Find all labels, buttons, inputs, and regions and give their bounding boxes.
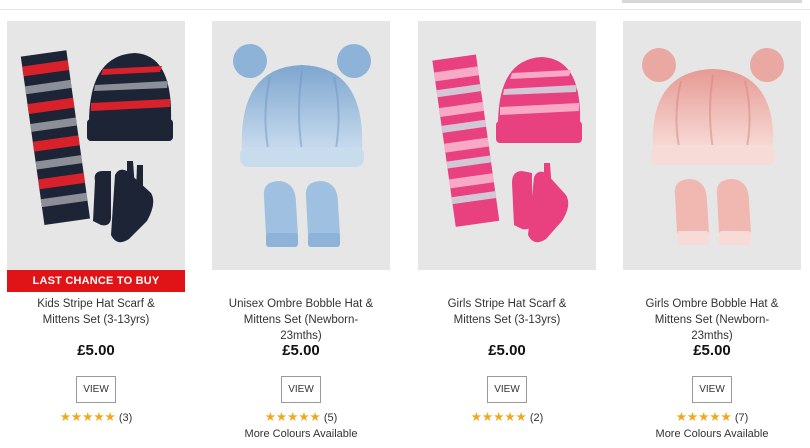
last-chance-badge: LAST CHANCE TO BUY <box>7 270 185 292</box>
product-image-ombre-bobble-set <box>642 48 784 245</box>
review-count: (5) <box>323 412 338 424</box>
product-card[interactable]: LAST CHANCE TO BUY Kids Stripe Hat Scarf… <box>7 21 185 446</box>
sort-bar-edge <box>622 0 802 3</box>
product-image[interactable] <box>212 21 390 270</box>
star-rating-icon: ★★★★★ <box>470 410 527 424</box>
review-count: (2) <box>529 412 544 424</box>
product-name-line[interactable]: Girls Ombre Bobble Hat & <box>627 296 797 312</box>
view-button[interactable]: VIEW <box>76 376 116 403</box>
product-image[interactable] <box>418 21 596 270</box>
view-button[interactable]: VIEW <box>487 376 527 403</box>
view-button[interactable]: VIEW <box>281 376 321 403</box>
product-rating[interactable]: ★★★★★ (3) <box>7 409 185 424</box>
product-card[interactable]: Girls Stripe Hat Scarf & Mittens Set (3-… <box>418 21 596 446</box>
product-name[interactable]: Girls Stripe Hat Scarf & Mittens Set (3-… <box>422 296 592 328</box>
product-image-stripe-set <box>432 54 582 243</box>
product-name-line[interactable]: Girls Stripe Hat Scarf & <box>422 296 592 312</box>
product-name-line[interactable]: Mittens Set (3-13yrs) <box>422 312 592 328</box>
product-image[interactable] <box>7 21 185 270</box>
product-name-line[interactable]: Mittens Set (3-13yrs) <box>11 312 181 328</box>
product-card[interactable]: Girls Ombre Bobble Hat & Mittens Set (Ne… <box>623 21 801 446</box>
review-count: (7) <box>734 412 749 424</box>
product-name-line[interactable]: Mittens Set (Newborn- <box>627 312 797 328</box>
star-rating-icon: ★★★★★ <box>59 410 116 424</box>
product-image-ombre-bobble-set <box>233 44 371 247</box>
product-name[interactable]: Unisex Ombre Bobble Hat & Mittens Set (N… <box>216 296 386 344</box>
product-price: £5.00 <box>282 342 320 359</box>
product-price: £5.00 <box>693 342 731 359</box>
view-button[interactable]: VIEW <box>692 376 732 403</box>
star-rating-icon: ★★★★★ <box>675 410 732 424</box>
product-rating[interactable]: ★★★★★ (2) <box>418 409 596 424</box>
more-colours-link[interactable]: More Colours Available <box>212 428 390 440</box>
product-name[interactable]: Kids Stripe Hat Scarf & Mittens Set (3-1… <box>11 296 181 328</box>
star-rating-icon: ★★★★★ <box>264 410 321 424</box>
product-card[interactable]: Unisex Ombre Bobble Hat & Mittens Set (N… <box>212 21 390 446</box>
product-name-line[interactable]: Unisex Ombre Bobble Hat & <box>216 296 386 312</box>
product-price: £5.00 <box>77 342 115 359</box>
product-price: £5.00 <box>488 342 526 359</box>
product-rating[interactable]: ★★★★★ (7) <box>623 409 801 424</box>
product-image[interactable] <box>623 21 801 270</box>
product-name-line[interactable]: Mittens Set (Newborn- <box>216 312 386 328</box>
top-divider <box>0 0 810 12</box>
divider-line <box>0 9 810 10</box>
more-colours-link[interactable]: More Colours Available <box>623 428 801 440</box>
product-image-stripe-set <box>20 50 173 243</box>
product-rating[interactable]: ★★★★★ (5) <box>212 409 390 424</box>
review-count: (3) <box>118 412 133 424</box>
product-name[interactable]: Girls Ombre Bobble Hat & Mittens Set (Ne… <box>627 296 797 344</box>
product-name-line[interactable]: Kids Stripe Hat Scarf & <box>11 296 181 312</box>
